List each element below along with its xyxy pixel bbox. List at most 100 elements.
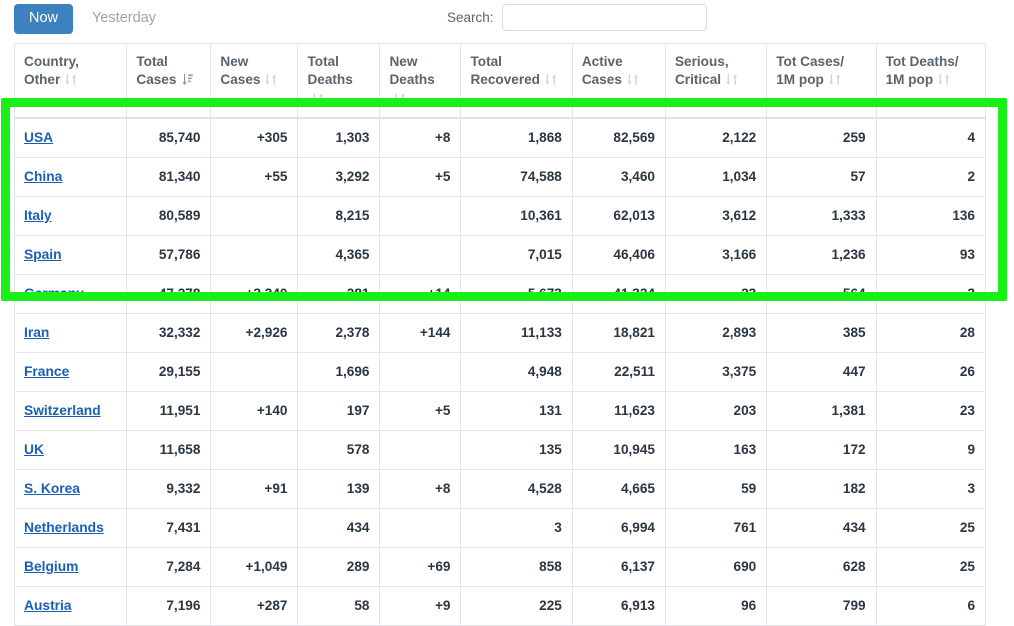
search-input[interactable] — [501, 4, 707, 31]
cell-cases-per-m: 259 — [766, 117, 877, 158]
cell-country: Germany — [13, 273, 128, 314]
country-link[interactable]: France — [24, 364, 69, 379]
cell-total-cases: 80,589 — [126, 195, 212, 236]
sort-toggle-icon[interactable] — [726, 73, 739, 86]
cell-new-cases: +140 — [210, 390, 299, 431]
cell-new-deaths: +144 — [379, 312, 462, 353]
column-label: Total Cases — [136, 54, 177, 88]
cell-total-deaths: 434 — [297, 507, 381, 548]
cell-cases-per-m: 57 — [766, 156, 877, 197]
cell-new-deaths: +69 — [379, 546, 462, 587]
column-label: Active Cases — [581, 54, 623, 88]
country-link[interactable]: Iran — [24, 325, 49, 340]
cell-new-deaths — [379, 429, 462, 470]
cell-new-cases: +305 — [210, 117, 299, 158]
cases-table: Country, Other Total Cases New Cases Total … — [13, 43, 987, 626]
country-link[interactable]: Switzerland — [24, 403, 101, 418]
cell-total-cases: 32,332 — [126, 312, 212, 353]
col-header-total-deaths[interactable]: Total Deaths — [297, 43, 381, 120]
cell-total-deaths: 3,292 — [297, 156, 381, 197]
cell-total-deaths: 1,696 — [297, 351, 381, 392]
col-header-active-cases[interactable]: Active Cases — [571, 43, 666, 120]
cell-serious: 23 — [664, 273, 768, 314]
table-row: Iran 32,332 +2,926 2,378 +144 11,133 18,821 2,8… — [13, 312, 987, 353]
cell-recovered: 1,868 — [460, 117, 573, 158]
cell-cases-per-m: 434 — [766, 507, 877, 548]
cell-country: China — [13, 156, 128, 197]
col-header-new-deaths[interactable]: New Deaths — [379, 43, 462, 120]
country-link[interactable]: Spain — [24, 247, 62, 262]
cell-new-cases — [210, 429, 299, 470]
cell-new-deaths — [379, 234, 462, 275]
sort-toggle-icon[interactable] — [312, 92, 325, 105]
sort-toggle-icon[interactable] — [394, 92, 407, 105]
sort-toggle-icon[interactable] — [545, 73, 558, 86]
cell-active: 82,569 — [571, 117, 666, 158]
sort-toggle-icon[interactable] — [829, 73, 842, 86]
cell-cases-per-m: 1,236 — [766, 234, 877, 275]
col-header-total-recovered[interactable]: Total Recovered — [460, 43, 573, 120]
cell-total-deaths: 8,215 — [297, 195, 381, 236]
country-link[interactable]: Italy — [24, 208, 52, 223]
cell-recovered: 11,133 — [460, 312, 573, 353]
cell-new-deaths — [379, 507, 462, 548]
col-header-serious-critical[interactable]: Serious, Critical — [664, 43, 768, 120]
country-link[interactable]: Germany — [24, 286, 84, 301]
cell-country: Austria — [13, 585, 128, 626]
cell-total-cases: 9,332 — [126, 468, 212, 509]
cell-recovered: 5,673 — [460, 273, 573, 314]
col-header-total-cases[interactable]: Total Cases — [126, 43, 212, 120]
cell-deaths-per-m: 6 — [875, 585, 987, 626]
cell-serious: 59 — [664, 468, 768, 509]
country-link[interactable]: S. Korea — [24, 481, 80, 496]
cell-total-cases: 7,284 — [126, 546, 212, 587]
col-header-country[interactable]: Country, Other — [13, 43, 128, 120]
cell-deaths-per-m: 9 — [875, 429, 987, 470]
cell-active: 18,821 — [571, 312, 666, 353]
col-header-tot-cases-per-1m[interactable]: Tot Cases/ 1M pop — [766, 43, 877, 120]
country-link[interactable]: USA — [24, 130, 53, 145]
cell-deaths-per-m: 2 — [875, 156, 987, 197]
cell-active: 11,623 — [571, 390, 666, 431]
sort-toggle-icon[interactable] — [627, 73, 640, 86]
col-header-tot-deaths-per-1m[interactable]: Tot Deaths/ 1M pop — [875, 43, 987, 120]
cell-new-cases — [210, 234, 299, 275]
sort-toggle-icon[interactable] — [938, 73, 951, 86]
cell-deaths-per-m: 3 — [875, 468, 987, 509]
table-head: Country, Other Total Cases New Cases Total … — [13, 43, 987, 120]
cell-total-deaths: 2,378 — [297, 312, 381, 353]
cell-deaths-per-m: 26 — [875, 351, 987, 392]
country-link[interactable]: China — [24, 169, 62, 184]
sort-descending-icon[interactable] — [181, 73, 194, 86]
sort-toggle-icon[interactable] — [65, 73, 78, 86]
cell-serious: 2,122 — [664, 117, 768, 158]
cell-recovered: 858 — [460, 546, 573, 587]
cell-total-cases: 11,951 — [126, 390, 212, 431]
cell-recovered: 131 — [460, 390, 573, 431]
tab-now[interactable]: Now — [14, 4, 74, 34]
cell-new-cases: +3,340 — [210, 273, 299, 314]
cell-total-cases: 47,278 — [126, 273, 212, 314]
cell-new-cases: +55 — [210, 156, 299, 197]
cell-cases-per-m: 182 — [766, 468, 877, 509]
country-link[interactable]: Netherlands — [24, 520, 104, 535]
cell-country: France — [13, 351, 128, 392]
cell-serious: 690 — [664, 546, 768, 587]
cell-new-deaths — [379, 195, 462, 236]
cell-new-deaths — [379, 351, 462, 392]
sort-toggle-icon[interactable] — [265, 73, 278, 86]
cell-total-cases: 81,340 — [126, 156, 212, 197]
col-header-new-cases[interactable]: New Cases — [210, 43, 299, 120]
table-header-row: Country, Other Total Cases New Cases Total … — [13, 43, 987, 120]
tab-yesterday[interactable]: Yesterday — [77, 4, 171, 34]
country-link[interactable]: Belgium — [24, 559, 78, 574]
cell-country: Spain — [13, 234, 128, 275]
cell-total-deaths: 578 — [297, 429, 381, 470]
cell-new-deaths: +8 — [379, 117, 462, 158]
country-link[interactable]: UK — [24, 442, 44, 457]
cell-total-deaths: 197 — [297, 390, 381, 431]
table-row: Germany 47,278 +3,340 281 +14 5,673 41,324 23 56… — [13, 273, 987, 314]
cell-new-cases: +91 — [210, 468, 299, 509]
cell-serious: 761 — [664, 507, 768, 548]
table-row: UK 11,658 578 135 10,945 163 172 9 — [13, 429, 987, 470]
